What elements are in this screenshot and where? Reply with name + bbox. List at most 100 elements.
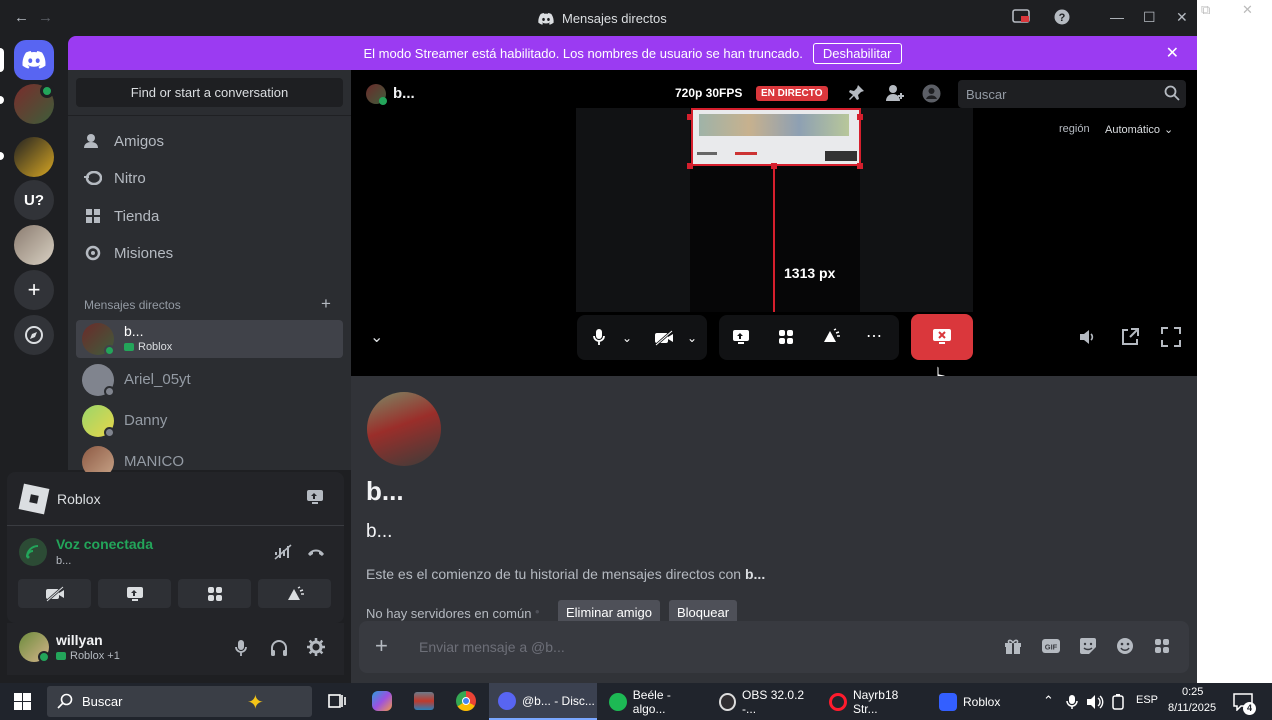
nav-quests[interactable]: Misiones — [84, 238, 173, 268]
volume-icon[interactable] — [1078, 328, 1096, 351]
dm-activity: Roblox — [124, 341, 172, 353]
resize-handle[interactable] — [687, 114, 693, 120]
measure-guide — [773, 166, 775, 312]
resize-handle[interactable] — [857, 114, 863, 120]
microphone-icon[interactable] — [592, 328, 606, 351]
resize-handle[interactable] — [857, 163, 863, 169]
server-icon-yellow[interactable] — [14, 137, 54, 177]
search-input[interactable]: Buscar — [958, 80, 1186, 108]
dm-item-ariel[interactable]: Ariel_05yt — [76, 361, 343, 399]
voice-status[interactable]: Voz conectada — [56, 536, 153, 552]
tray-microphone-icon[interactable] — [1066, 694, 1078, 715]
server-icon-unknown[interactable]: U? — [14, 180, 54, 220]
forward-arrow-icon[interactable]: → — [38, 9, 53, 26]
sticker-icon[interactable] — [1079, 637, 1097, 660]
quests-icon — [84, 244, 102, 262]
camera-off-button[interactable] — [18, 579, 91, 608]
gif-icon[interactable]: GIF — [1041, 638, 1061, 659]
create-dm-icon[interactable]: + — [321, 294, 331, 314]
nav-shop[interactable]: Tienda — [84, 201, 159, 231]
stream-settings-icon[interactable] — [306, 489, 324, 510]
file-explorer-icon[interactable] — [414, 692, 434, 710]
activities-button[interactable] — [178, 579, 251, 608]
back-arrow-icon[interactable]: ← — [14, 9, 29, 26]
live-badge: EN DIRECTO — [756, 86, 828, 101]
stop-streaming-button[interactable] — [911, 314, 973, 360]
activities-icon[interactable] — [778, 329, 794, 350]
add-friends-to-dm-icon[interactable] — [885, 84, 905, 107]
disable-streamer-button[interactable]: Deshabilitar — [812, 42, 902, 64]
minimize-icon[interactable]: — — [1110, 9, 1124, 25]
tray-chevron-up-icon[interactable]: ⌃ — [1043, 693, 1054, 709]
dm-section-header: Mensajes directos — [84, 298, 181, 312]
search-icon — [1164, 85, 1180, 104]
clock-date[interactable]: 8/11/2025 — [1168, 702, 1216, 714]
dm-item-danny[interactable]: Danny — [76, 402, 343, 440]
emoji-icon[interactable] — [1116, 637, 1134, 660]
resize-handle[interactable] — [687, 163, 693, 169]
apps-icon[interactable] — [1154, 638, 1170, 659]
taskbar-app-spotify[interactable]: Beéle - algo... — [606, 683, 706, 720]
pop-out-icon[interactable] — [1120, 327, 1140, 352]
taskbar-search[interactable]: Buscar ✦ — [47, 686, 312, 717]
maximize-icon[interactable]: ☐ — [1143, 9, 1156, 26]
user-bar: willyan Roblox +1 — [7, 623, 344, 675]
chrome-icon[interactable] — [456, 691, 476, 711]
headphones-icon[interactable] — [270, 639, 288, 662]
copilot-sparkle-icon: ✦ — [247, 692, 264, 714]
live-indicator-icon — [40, 84, 54, 98]
dm-item-b[interactable]: b... Roblox — [76, 320, 343, 358]
taskbar-app-roblox[interactable]: Roblox — [936, 683, 1026, 720]
banner-text: El modo Streamer está habilitado. Los no… — [363, 45, 803, 61]
soundboard-icon[interactable] — [822, 328, 840, 349]
user-profile-icon[interactable] — [922, 84, 941, 108]
region-select[interactable]: Automático ⌄ — [1105, 123, 1173, 137]
clock-time[interactable]: 0:25 — [1182, 686, 1203, 698]
add-server-icon[interactable]: + — [14, 270, 54, 310]
noise-suppression-icon[interactable] — [274, 544, 292, 565]
microphone-icon[interactable] — [234, 639, 248, 662]
find-conversation-button[interactable]: Find or start a conversation — [76, 78, 343, 107]
tray-volume-icon[interactable] — [1086, 694, 1104, 715]
fullscreen-icon[interactable] — [1161, 327, 1181, 352]
collapse-chevron-icon[interactable]: ⌄ — [370, 327, 383, 347]
attach-plus-icon[interactable]: + — [375, 633, 388, 659]
capture-preview[interactable] — [691, 108, 861, 166]
camera-off-icon[interactable] — [654, 330, 674, 351]
close-banner-icon[interactable]: ✕ — [1166, 43, 1179, 63]
home-button[interactable] — [14, 40, 54, 80]
disconnect-icon[interactable] — [307, 545, 325, 563]
profile-avatar[interactable] — [367, 392, 441, 466]
taskbar-app-discord[interactable]: @b... - Disc... — [489, 683, 597, 720]
mic-options-chevron-icon[interactable]: ⌄ — [622, 331, 632, 345]
soundboard-button[interactable] — [258, 579, 331, 608]
nav-nitro[interactable]: Nitro — [84, 163, 146, 193]
settings-gear-icon[interactable] — [307, 638, 325, 661]
taskbar-app-obs[interactable]: OBS 32.0.2 -... — [716, 683, 816, 720]
language-indicator[interactable]: ESP — [1136, 694, 1158, 706]
more-options-icon[interactable]: ⋯ — [866, 326, 882, 346]
game-controller-icon — [124, 343, 134, 351]
screen-share-icon[interactable] — [732, 329, 750, 350]
camera-options-chevron-icon[interactable]: ⌄ — [687, 331, 697, 345]
taskbar-app-opera[interactable]: Nayrb18 Str... — [826, 683, 926, 720]
dm-name: Ariel_05yt — [124, 371, 191, 388]
help-icon[interactable]: ? — [1054, 9, 1070, 28]
gift-icon[interactable] — [1004, 637, 1022, 660]
discover-compass-icon[interactable] — [14, 315, 54, 355]
dm-activity-text: Roblox — [138, 341, 173, 353]
nav-friends[interactable]: Amigos — [84, 126, 164, 156]
pin-icon[interactable] — [847, 84, 865, 107]
close-window-icon[interactable]: ✕ — [1176, 9, 1188, 26]
server-icon-cat[interactable] — [14, 225, 54, 265]
windows-start-icon[interactable] — [14, 693, 31, 715]
username[interactable]: willyan — [56, 632, 103, 648]
connection-signal-icon[interactable] — [19, 538, 47, 566]
screen-share-status-icon[interactable] — [1012, 9, 1030, 28]
message-composer[interactable]: + Enviar mensaje a @b... GIF — [359, 621, 1189, 673]
tray-battery-icon[interactable] — [1110, 694, 1126, 715]
copilot-app-icon[interactable] — [372, 691, 392, 711]
soundboard-icon — [287, 585, 304, 600]
share-screen-button[interactable] — [98, 579, 171, 608]
task-view-icon[interactable] — [328, 692, 346, 715]
